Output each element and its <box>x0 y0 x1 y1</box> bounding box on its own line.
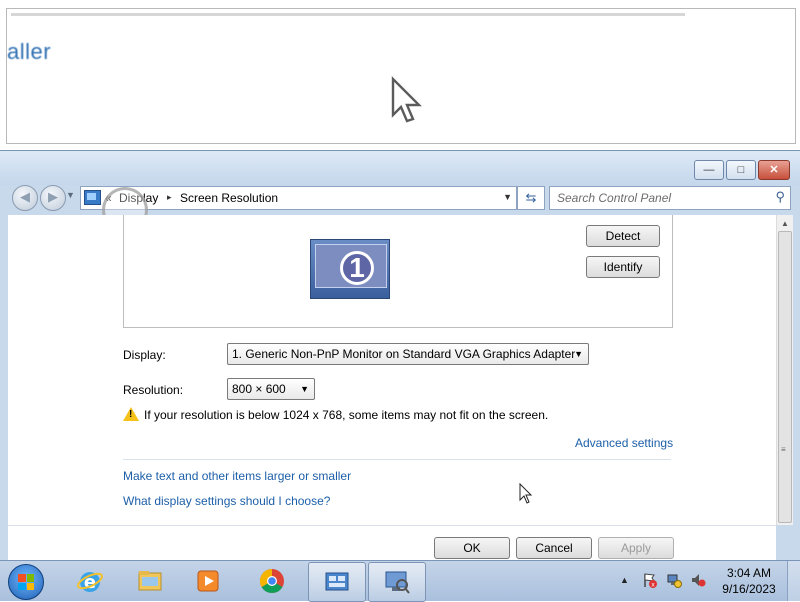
taskbar-control-panel[interactable] <box>308 562 366 602</box>
title-bar[interactable]: — □ ✕ <box>0 151 800 185</box>
background-divider <box>11 13 685 16</box>
taskbar-internet-explorer[interactable]: e <box>62 562 118 600</box>
mouse-cursor-icon <box>391 76 422 123</box>
chevron-down-icon: ▼ <box>574 349 583 359</box>
monitor-preview-panel: 1 Detect Identify <box>123 215 673 328</box>
monitor-icon[interactable]: 1 <box>310 239 390 299</box>
caption-buttons: — □ ✕ <box>692 160 790 180</box>
taskbar: e ▲ x 3:04 AM 9/16/2023 <box>0 560 800 602</box>
search-icon[interactable]: ⚲ <box>775 189 785 205</box>
display-select-value: 1. Generic Non-PnP Monitor on Standard V… <box>232 347 576 361</box>
section-divider <box>123 459 671 460</box>
refresh-button[interactable]: ⇆ <box>517 186 545 210</box>
resolution-label: Resolution: <box>123 383 184 397</box>
control-panel-icon <box>84 190 101 205</box>
display-help-link[interactable]: What display settings should I choose? <box>123 494 330 508</box>
close-button[interactable]: ✕ <box>758 160 790 180</box>
clock-time: 3:04 AM <box>726 566 772 580</box>
recent-pages-dropdown[interactable]: ▼ <box>66 190 75 200</box>
ok-button[interactable]: OK <box>434 537 510 559</box>
media-player-icon <box>197 570 219 592</box>
refresh-icon: ⇆ <box>525 190 537 205</box>
svg-text:x: x <box>651 582 655 589</box>
minimize-button[interactable]: — <box>694 160 724 180</box>
back-button[interactable]: ◀ <box>12 185 38 211</box>
network-icon[interactable] <box>666 572 682 588</box>
cancel-button[interactable]: Cancel <box>516 537 592 559</box>
clock-date: 9/16/2023 <box>722 582 776 596</box>
forward-button[interactable]: ▶ <box>40 185 66 211</box>
display-settings-icon <box>385 571 410 594</box>
identify-button[interactable]: Identify <box>586 256 660 278</box>
detect-button[interactable]: Detect <box>586 225 660 247</box>
display-select[interactable]: 1. Generic Non-PnP Monitor on Standard V… <box>227 343 589 365</box>
chevron-down-icon: ▼ <box>300 384 309 394</box>
footer-divider <box>8 525 776 526</box>
folder-icon <box>138 571 162 591</box>
taskbar-chrome[interactable] <box>244 562 300 600</box>
taskbar-display-settings[interactable] <box>368 562 426 602</box>
breadcrumb-screen-resolution[interactable]: Screen Resolution <box>180 191 278 205</box>
control-panel-icon <box>325 572 349 591</box>
internet-explorer-icon: e <box>77 572 103 593</box>
taskbar-media-player[interactable] <box>180 562 236 600</box>
maximize-icon: □ <box>737 164 745 176</box>
warning-icon: ! <box>123 407 139 421</box>
breadcrumb-separator-icon[interactable]: ▸ <box>167 192 172 203</box>
start-button[interactable] <box>8 564 44 600</box>
resolution-select[interactable]: 800 × 600 ▼ <box>227 378 315 400</box>
display-label: Display: <box>123 348 166 362</box>
resolution-warning-text: If your resolution is below 1024 x 768, … <box>144 408 549 422</box>
minimize-icon: — <box>703 164 715 176</box>
background-window: aller <box>6 8 796 144</box>
volume-muted-icon[interactable] <box>690 572 706 588</box>
screen-resolution-window: — □ ✕ ◀ ▶ ▼ « Display ▸ Screen Resolutio… <box>0 150 800 561</box>
scrollbar-thumb[interactable] <box>778 231 792 523</box>
search-input[interactable]: Search Control Panel <box>557 191 671 205</box>
show-hidden-icons-icon[interactable]: ▲ <box>620 575 629 585</box>
close-icon: ✕ <box>769 164 779 176</box>
text-size-link[interactable]: Make text and other items larger or smal… <box>123 469 351 483</box>
system-clock[interactable]: 3:04 AM 9/16/2023 <box>718 565 780 597</box>
scroll-grip-icon: ≡ <box>781 445 786 454</box>
navigation-bar: ◀ ▶ ▼ « Display ▸ Screen Resolution ▼ ⇆ … <box>0 185 800 248</box>
search-box[interactable]: Search Control Panel ⚲ <box>549 186 791 210</box>
chrome-icon <box>259 569 284 594</box>
scroll-up-icon[interactable]: ▲ <box>781 219 789 228</box>
address-dropdown-icon[interactable]: ▼ <box>503 192 512 202</box>
windows-logo-icon <box>18 574 34 590</box>
background-zoom-text: aller <box>7 39 52 64</box>
advanced-settings-link[interactable]: Advanced settings <box>575 436 673 450</box>
action-center-flag-icon[interactable]: x <box>642 572 658 588</box>
content-pane: 1 Detect Identify Display: 1. Generic No… <box>8 215 776 561</box>
apply-button[interactable]: Apply <box>598 537 674 559</box>
mouse-cursor-icon <box>519 483 533 504</box>
back-arrow-icon: ◀ <box>20 189 30 204</box>
show-desktop-button[interactable] <box>787 561 800 601</box>
forward-arrow-icon: ▶ <box>48 189 58 204</box>
maximize-button[interactable]: □ <box>726 160 756 180</box>
monitor-screen: 1 <box>315 244 387 288</box>
monitor-number: 1 <box>340 251 374 285</box>
taskbar-file-explorer[interactable] <box>122 562 178 600</box>
vertical-scrollbar[interactable]: ▲ ≡ <box>776 215 793 525</box>
resolution-select-value: 800 × 600 <box>232 382 286 396</box>
